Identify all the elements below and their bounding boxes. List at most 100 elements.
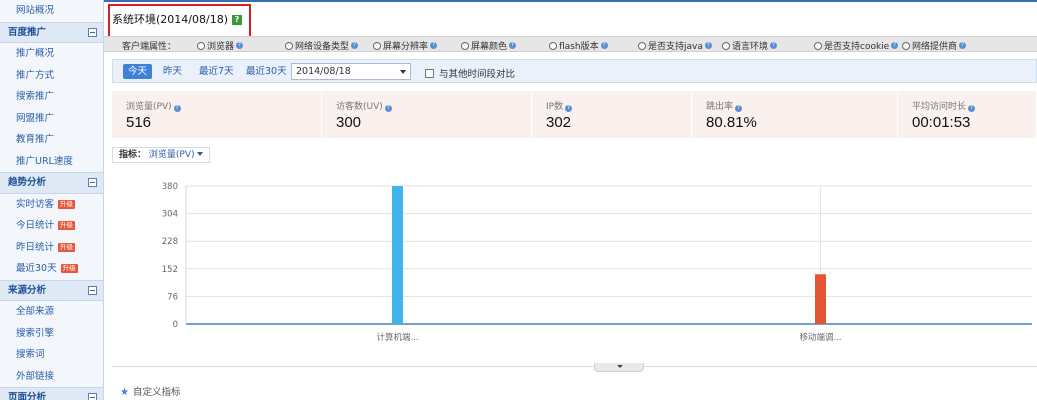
help-icon[interactable]: ? xyxy=(959,42,967,49)
help-icon[interactable]: ? xyxy=(968,105,976,112)
radio-option[interactable]: 屏幕颜色? xyxy=(461,39,517,52)
sidebar-item[interactable]: 全部来源 xyxy=(0,301,103,323)
sidebar-group-header[interactable]: 页面分析 xyxy=(0,387,103,400)
y-tick-label: 380 xyxy=(162,182,178,192)
radio-group-label-text: 客户端属性： xyxy=(122,42,177,52)
radio-option[interactable]: 网络提供商? xyxy=(902,39,967,52)
metric-label: 访客数(UV)? xyxy=(336,99,392,112)
metric-card: IP数? 302 xyxy=(532,91,692,138)
sidebar-group-title: 页面分析 xyxy=(8,392,47,400)
sidebar-item[interactable]: 教育推广 xyxy=(0,129,103,151)
sidebar-item[interactable]: 搜索引擎 xyxy=(0,323,103,345)
help-icon[interactable]: ? xyxy=(430,42,438,49)
radio-icon[interactable] xyxy=(638,41,646,50)
sidebar-item[interactable]: 今日统计 升级 xyxy=(0,215,103,237)
sidebar-item[interactable]: 推广概况 xyxy=(0,43,103,65)
radio-group-label: 客户端属性： xyxy=(122,39,176,52)
help-icon[interactable]: ? xyxy=(770,42,778,49)
sidebar-item[interactable]: 搜索词 xyxy=(0,344,103,366)
help-icon[interactable]: ? xyxy=(704,42,712,49)
sidebar-item[interactable]: 最近30天 升级 xyxy=(0,258,103,280)
custom-metric-link[interactable]: ★ 自定义指标 xyxy=(120,384,180,398)
help-icon[interactable]: ? xyxy=(351,42,359,49)
radio-icon[interactable] xyxy=(814,41,822,50)
sidebar-item-label: 昨日统计 xyxy=(16,241,55,253)
compare-label: 与其他时间段对比 xyxy=(439,69,516,80)
chart-divider xyxy=(112,366,1037,367)
radio-option[interactable]: 语言环境? xyxy=(722,39,778,52)
sidebar-item-overview[interactable]: 网站概况 xyxy=(0,0,103,22)
sidebar-item[interactable]: 外部链接 xyxy=(0,366,103,388)
bar xyxy=(392,186,403,324)
metric-label-text: 平均访问时长 xyxy=(912,102,967,112)
radio-option[interactable]: 浏览器? xyxy=(197,39,244,52)
sidebar-item-label: 今日统计 xyxy=(16,220,55,231)
help-icon[interactable]: ? xyxy=(600,42,608,49)
collapse-icon[interactable] xyxy=(88,178,97,188)
metric-card: 访客数(UV)? 300 xyxy=(322,91,532,138)
date-yesterday-button[interactable]: 昨天 xyxy=(158,64,187,79)
date-last7-button[interactable]: 最近7天 xyxy=(194,64,239,79)
help-icon[interactable]: ? xyxy=(236,42,244,49)
metric-value: 516 xyxy=(126,114,152,131)
metric-label: 跳出率? xyxy=(706,99,743,112)
custom-metric-label: 自定义指标 xyxy=(132,387,181,398)
radio-option[interactable]: 是否支持java? xyxy=(638,39,712,52)
star-icon: ★ xyxy=(120,387,129,398)
sidebar-group-header[interactable]: 来源分析 xyxy=(0,279,103,301)
radio-icon[interactable] xyxy=(373,41,381,50)
sidebar-item[interactable]: 推广方式 xyxy=(0,65,103,87)
sidebar-item-label: 推广方式 xyxy=(16,69,55,81)
help-icon[interactable]: ? xyxy=(565,105,573,112)
metric-label: IP数? xyxy=(546,99,573,112)
radio-icon[interactable] xyxy=(549,41,557,50)
collapse-icon[interactable] xyxy=(88,285,97,295)
sidebar-item[interactable]: 推广URL速度 xyxy=(0,151,103,173)
sidebar-group-header[interactable]: 趋势分析 xyxy=(0,172,103,194)
sidebar-item[interactable]: 网盟推广 xyxy=(0,108,103,130)
date-select[interactable]: 2014/08/18 xyxy=(291,63,411,80)
collapse-chart-toggle[interactable] xyxy=(594,363,644,372)
collapse-icon[interactable] xyxy=(88,393,97,400)
sidebar-item[interactable]: 实时访客 升级 xyxy=(0,194,103,216)
help-icon[interactable]: ? xyxy=(384,105,392,112)
date-today-button[interactable]: 今天 xyxy=(123,64,153,79)
radio-option[interactable]: 是否支持cookie? xyxy=(814,39,899,52)
upgrade-badge: 升级 xyxy=(58,199,76,209)
radio-icon[interactable] xyxy=(722,41,730,50)
radio-icon[interactable] xyxy=(197,41,205,50)
checkbox-icon[interactable] xyxy=(425,68,434,78)
indicator-selector[interactable]: 指标： 浏览量(PV) xyxy=(112,147,210,163)
radio-icon[interactable] xyxy=(461,41,469,50)
help-icon[interactable]: ? xyxy=(735,105,743,112)
collapse-icon[interactable] xyxy=(88,27,97,37)
metrics-panel: 浏览量(PV)? 516 访客数(UV)? 300 IP数? 302 跳出率? 80.81% 平… xyxy=(112,91,1037,138)
sidebar-item[interactable]: 搜索推广 xyxy=(0,86,103,108)
radio-icon[interactable] xyxy=(902,41,910,50)
radio-option[interactable]: 屏幕分辨率? xyxy=(373,39,438,52)
y-tick-label: 152 xyxy=(162,265,178,275)
metric-label: 平均访问时长? xyxy=(912,99,976,112)
metric-label-text: 访客数(UV) xyxy=(336,102,383,112)
x-tick-label: 移动端调... xyxy=(799,332,841,343)
metric-value: 300 xyxy=(336,114,362,131)
radio-option-label: 浏览器 xyxy=(207,42,235,52)
radio-icon[interactable] xyxy=(285,41,293,50)
radio-option[interactable]: flash版本? xyxy=(549,39,608,52)
sidebar-group-title: 百度推广 xyxy=(8,26,47,38)
date-filter-bar: 今天 昨天 最近7天 最近30天 2014/08/18 与其他时间段对比 xyxy=(112,59,1037,83)
help-icon[interactable]: ? xyxy=(509,42,517,49)
help-icon[interactable]: ? xyxy=(891,42,899,49)
indicator-value[interactable]: 浏览量(PV) xyxy=(149,150,195,160)
sidebar-item-label: 全部来源 xyxy=(16,306,55,317)
sidebar-item[interactable]: 昨日统计 升级 xyxy=(0,237,103,259)
sidebar-item-label: 实时访客 xyxy=(16,198,55,210)
upgrade-badge: 升级 xyxy=(58,221,76,230)
sidebar-group-header[interactable]: 百度推广 xyxy=(0,21,103,43)
compare-checkbox[interactable]: 与其他时间段对比 xyxy=(425,66,515,80)
sidebar-item-label: 最近30天 xyxy=(16,263,57,274)
radio-option[interactable]: 网络设备类型? xyxy=(285,39,359,52)
radio-option-label: 是否支持java xyxy=(648,42,703,52)
help-icon[interactable]: ? xyxy=(173,105,181,112)
date-last30-button[interactable]: 最近30天 xyxy=(241,64,292,79)
